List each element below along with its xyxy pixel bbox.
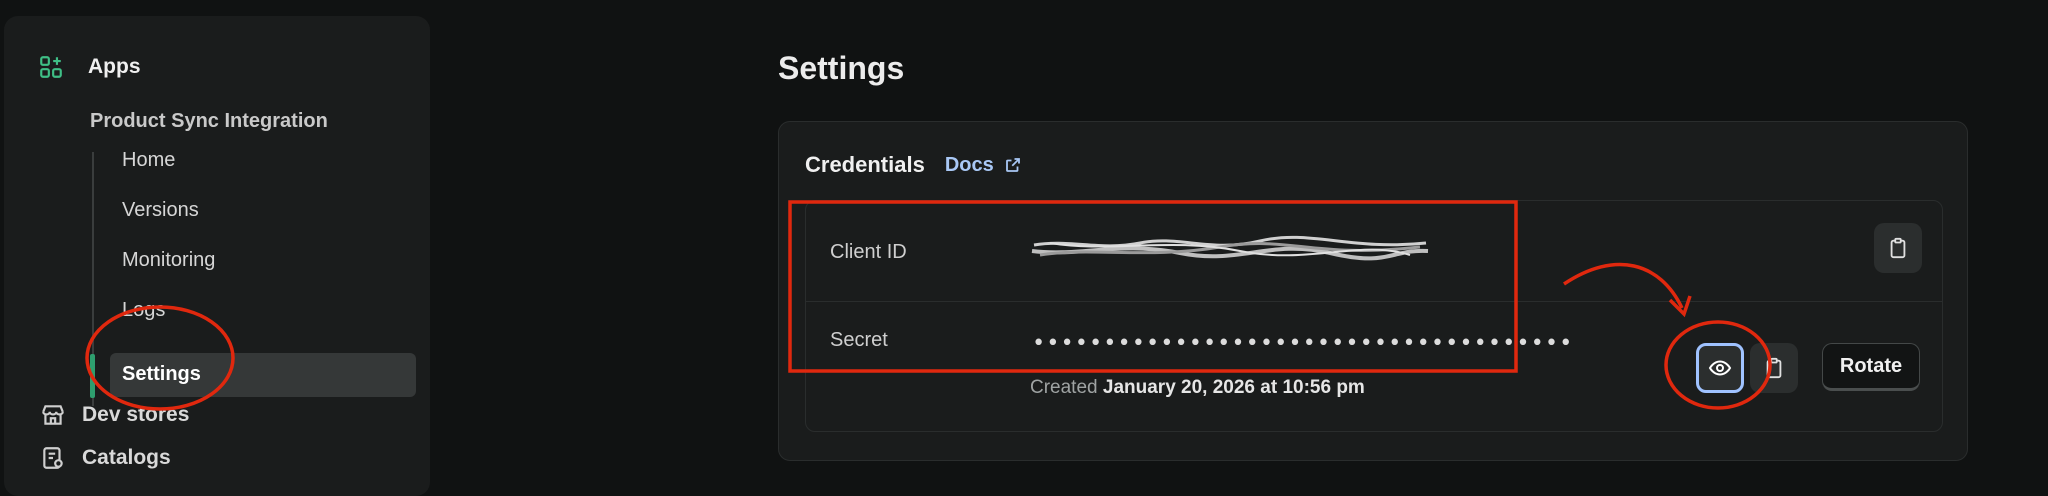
- secret-value: ••••••••••••••••••••••••••••••••••••••: [1032, 331, 1574, 356]
- credentials-title: Credentials: [805, 152, 925, 177]
- catalog-icon: [43, 447, 63, 469]
- credentials-header: Credentials Docs: [805, 152, 1022, 178]
- dev-stores-label: Dev stores: [82, 403, 190, 426]
- sidebar-item-monitoring[interactable]: Monitoring: [122, 249, 215, 272]
- client-id-label: Client ID: [830, 241, 907, 263]
- apps-label: Apps: [88, 55, 141, 78]
- created-prefix: Created: [1030, 377, 1098, 398]
- docs-link[interactable]: Docs: [945, 154, 1022, 177]
- nav-catalogs[interactable]: Catalogs: [40, 445, 171, 471]
- sidebar: Apps Product Sync Integration Home Versi…: [4, 16, 430, 496]
- sidebar-item-home[interactable]: Home: [122, 149, 175, 172]
- copy-client-id-button[interactable]: [1874, 223, 1922, 273]
- nav-apps[interactable]: Apps: [38, 54, 141, 80]
- clipboard-icon: [1890, 237, 1906, 259]
- row-divider: [806, 301, 1942, 302]
- docs-label: Docs: [944, 153, 994, 176]
- app-name[interactable]: Product Sync Integration: [90, 110, 328, 133]
- credentials-card: Credentials Docs Client ID Secret ••••••…: [778, 121, 1968, 461]
- store-icon: [42, 405, 64, 425]
- active-indicator: [90, 354, 95, 398]
- created-info: Created January 20, 2026 at 10:56 pm: [1030, 377, 1365, 399]
- clipboard-icon: [1766, 357, 1782, 379]
- page-title: Settings: [778, 50, 905, 86]
- nav-dev-stores[interactable]: Dev stores: [40, 402, 189, 428]
- apps-icon: [40, 56, 62, 78]
- created-date: January 20, 2026 at 10:56 pm: [1102, 377, 1365, 398]
- sidebar-item-settings[interactable]: Settings: [110, 353, 416, 397]
- external-link-icon: [1005, 158, 1020, 172]
- eye-icon: [1708, 360, 1732, 376]
- sidebar-item-logs[interactable]: Logs: [122, 299, 165, 322]
- client-id-redacted-value: [1031, 235, 1429, 261]
- reveal-secret-button[interactable]: [1696, 343, 1744, 393]
- sidebar-item-versions[interactable]: Versions: [122, 199, 199, 222]
- rotate-button[interactable]: Rotate: [1822, 343, 1920, 391]
- copy-secret-button[interactable]: [1750, 343, 1798, 393]
- catalogs-label: Catalogs: [82, 446, 171, 469]
- credentials-panel: Client ID Secret •••••••••••••••••••••••…: [805, 200, 1943, 432]
- secret-label: Secret: [830, 329, 888, 351]
